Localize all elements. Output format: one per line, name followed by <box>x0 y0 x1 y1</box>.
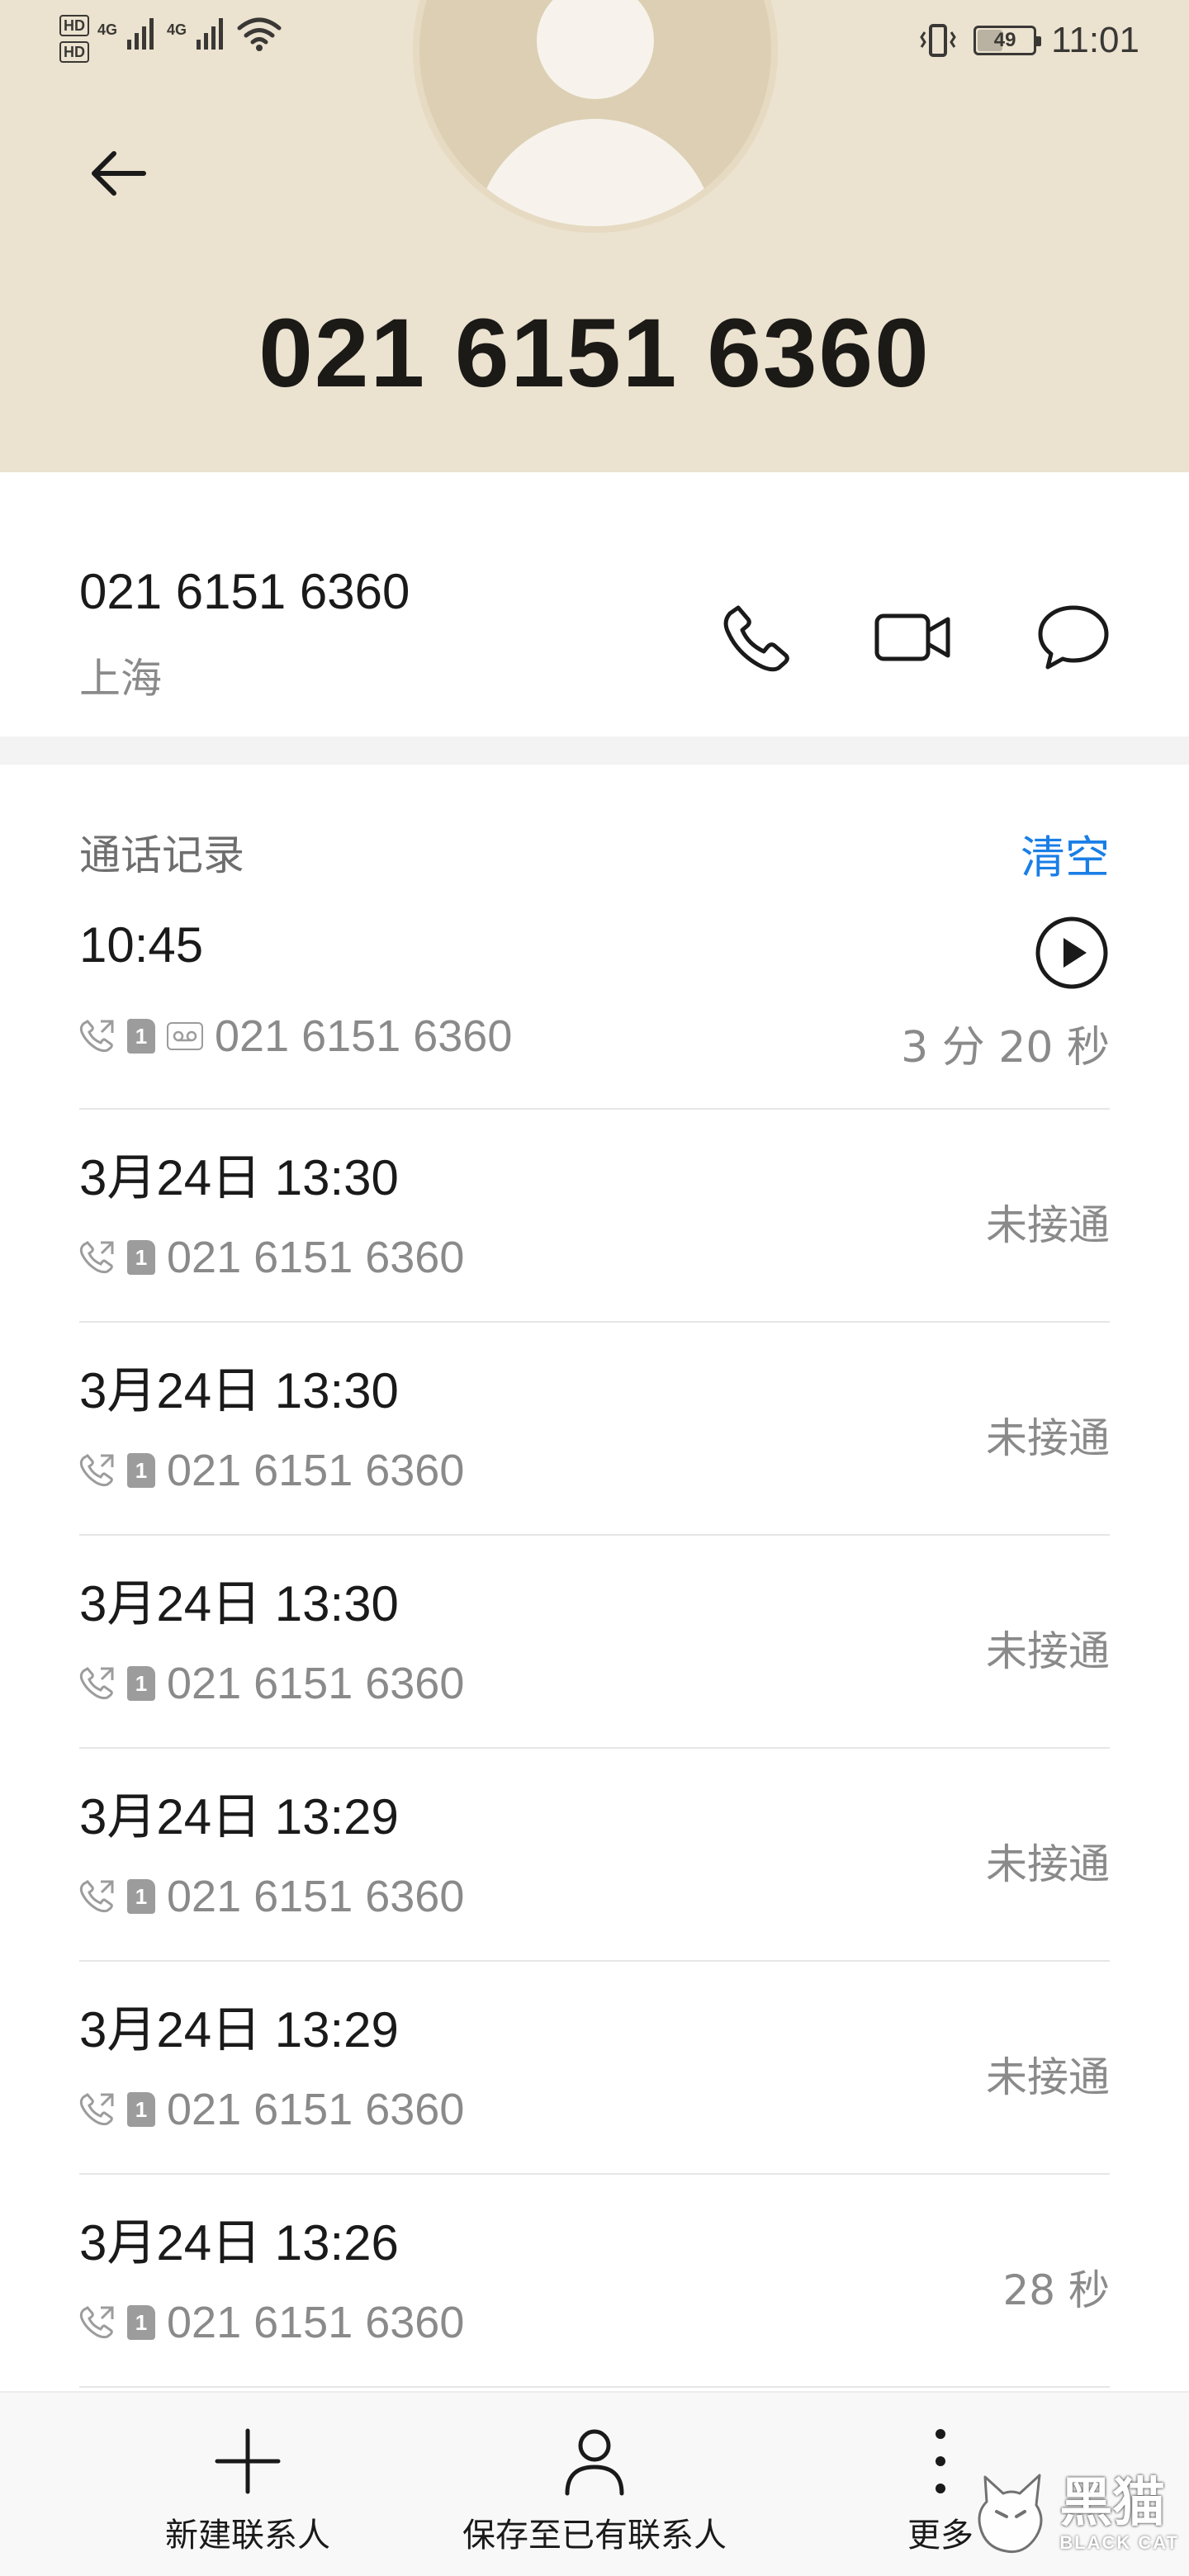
play-icon <box>1035 916 1108 989</box>
call-log-list: 10:45 1 021 6151 6360 3 分 20 秒 3月24日 13:… <box>79 888 1110 2388</box>
outgoing-call-icon <box>79 1020 114 1053</box>
call-number: 021 6151 6360 <box>167 1659 465 1708</box>
call-log-header: 通话记录 清空 <box>0 765 1189 888</box>
call-button[interactable] <box>707 588 806 687</box>
call-status: 未接通 <box>986 1414 1110 1462</box>
back-arrow-icon <box>92 151 146 196</box>
call-detail-line: 1 021 6151 6360 <box>79 1658 464 1709</box>
contact-number[interactable]: 021 6151 6360 <box>79 563 410 620</box>
signal-icon-2 <box>197 18 224 50</box>
watermark-title: 黑猫 <box>1059 2473 1166 2534</box>
call-time: 3月24日 13:30 <box>79 1150 399 1205</box>
contact-header: HD HD 4G 4G 49 11:01 021 6151 6360 <box>0 0 1189 472</box>
call-log-entry[interactable]: 3月24日 13:26 1 021 6151 6360 28 秒 <box>79 2175 1110 2388</box>
save-to-existing-contact-button[interactable]: 保存至已有联系人 <box>462 2426 727 2556</box>
status-bar: HD HD 4G 4G 49 11:01 <box>0 0 1189 83</box>
call-log-entry[interactable]: 3月24日 13:30 1 021 6151 6360 未接通 <box>79 1323 1110 1536</box>
call-log-entry[interactable]: 3月24日 13:30 1 021 6151 6360 未接通 <box>79 1536 1110 1749</box>
call-time: 3月24日 13:29 <box>79 1789 399 1844</box>
more-vertical-icon <box>936 2429 945 2493</box>
contact-info-row: 021 6151 6360 上海 <box>0 472 1189 736</box>
call-time: 3月24日 13:30 <box>79 1576 399 1631</box>
hd-badge-2: HD <box>59 41 89 63</box>
sim-card-badge: 1 <box>127 1879 155 1914</box>
clock: 11:01 <box>1051 20 1139 60</box>
battery-indicator: 49 <box>973 26 1042 55</box>
call-detail-line: 1 021 6151 6360 <box>79 1232 464 1283</box>
network-type-1: 4G <box>97 21 118 38</box>
status-bar-left: HD HD 4G 4G <box>59 15 282 63</box>
call-log-entry[interactable]: 10:45 1 021 6151 6360 3 分 20 秒 <box>79 888 1110 1110</box>
outgoing-call-icon <box>79 1880 114 1913</box>
call-number: 021 6151 6360 <box>167 1446 465 1495</box>
call-time: 3月24日 13:26 <box>79 2215 399 2271</box>
new-contact-button[interactable]: 新建联系人 <box>165 2426 330 2556</box>
call-number: 021 6151 6360 <box>167 1233 465 1282</box>
sim-card-badge: 1 <box>127 1019 155 1054</box>
wifi-icon <box>237 17 282 51</box>
call-time: 3月24日 13:29 <box>79 2002 399 2057</box>
sim-card-badge: 1 <box>127 2305 155 2340</box>
call-detail-line: 1 021 6151 6360 <box>79 1871 464 1922</box>
play-recording-button[interactable] <box>1034 915 1110 991</box>
call-log-title: 通话记录 <box>79 831 244 879</box>
call-detail-line: 1 021 6151 6360 <box>79 2084 464 2135</box>
clear-call-log-button[interactable]: 清空 <box>1021 821 1110 886</box>
outgoing-call-icon <box>79 1667 114 1700</box>
more-button[interactable]: 更多 <box>905 2426 976 2556</box>
call-detail-line: 1 021 6151 6360 <box>79 2297 464 2348</box>
call-detail-screen: HD HD 4G 4G 49 11:01 021 6151 6360 021 6… <box>0 0 1189 2576</box>
call-time: 3月24日 13:30 <box>79 1363 399 1418</box>
call-status: 未接通 <box>986 1840 1110 1888</box>
black-cat-logo-icon <box>978 2474 1043 2554</box>
call-number: 021 6151 6360 <box>167 1872 465 1921</box>
more-label: 更多 <box>907 2517 973 2555</box>
call-detail-line: 1 021 6151 6360 <box>79 1445 464 1496</box>
hd-badge-1: HD <box>59 15 89 36</box>
message-button[interactable] <box>1024 588 1123 687</box>
plus-icon <box>215 2428 281 2494</box>
call-status: 28 秒 <box>1002 2266 1110 2314</box>
sim-card-badge: 1 <box>127 1240 155 1275</box>
call-status: 未接通 <box>986 1201 1110 1249</box>
header-phone-number: 021 6151 6360 <box>258 299 931 408</box>
signal-icon-1 <box>127 18 154 50</box>
outgoing-call-icon <box>79 1241 114 1274</box>
outgoing-call-icon <box>79 2306 114 2339</box>
call-number: 021 6151 6360 <box>167 2085 465 2134</box>
person-icon <box>565 2429 624 2496</box>
call-time: 10:45 <box>79 917 204 973</box>
call-log-entry[interactable]: 3月24日 13:30 1 021 6151 6360 未接通 <box>79 1110 1110 1323</box>
watermark-subtitle: BLACK CAT <box>1059 2532 1179 2553</box>
battery-percent: 49 <box>993 29 1016 51</box>
phone-icon <box>723 605 789 672</box>
outgoing-call-icon <box>79 2093 114 2126</box>
video-camera-icon <box>874 613 950 661</box>
sim-card-badge: 1 <box>127 2092 155 2127</box>
network-type-2: 4G <box>167 21 187 38</box>
sim-card-badge: 1 <box>127 1453 155 1488</box>
status-bar-right: 49 11:01 <box>917 20 1139 61</box>
call-duration: 3 分 20 秒 <box>901 1023 1110 1073</box>
call-detail-line: 1 021 6151 6360 <box>79 1011 512 1062</box>
call-number: 021 6151 6360 <box>167 2298 465 2347</box>
sim-card-badge: 1 <box>127 1666 155 1701</box>
vibrate-icon <box>920 24 956 57</box>
contact-location: 上海 <box>79 655 162 703</box>
new-contact-label: 新建联系人 <box>165 2517 330 2555</box>
call-status: 未接通 <box>986 2053 1110 2101</box>
message-bubble-icon <box>1038 605 1109 670</box>
section-divider <box>0 736 1189 765</box>
call-log-entry[interactable]: 3月24日 13:29 1 021 6151 6360 未接通 <box>79 1962 1110 2175</box>
call-number: 021 6151 6360 <box>215 1011 513 1061</box>
call-status: 未接通 <box>986 1627 1110 1675</box>
back-button[interactable] <box>79 134 159 213</box>
watermark: 黑猫 BLACK CAT <box>970 2469 1179 2559</box>
save-to-existing-contact-label: 保存至已有联系人 <box>462 2517 727 2555</box>
outgoing-call-icon <box>79 1454 114 1487</box>
call-log-entry[interactable]: 3月24日 13:29 1 021 6151 6360 未接通 <box>79 1749 1110 1962</box>
video-call-button[interactable] <box>864 588 963 687</box>
avatar-body-icon <box>476 119 715 226</box>
voicemail-icon <box>167 1022 203 1050</box>
